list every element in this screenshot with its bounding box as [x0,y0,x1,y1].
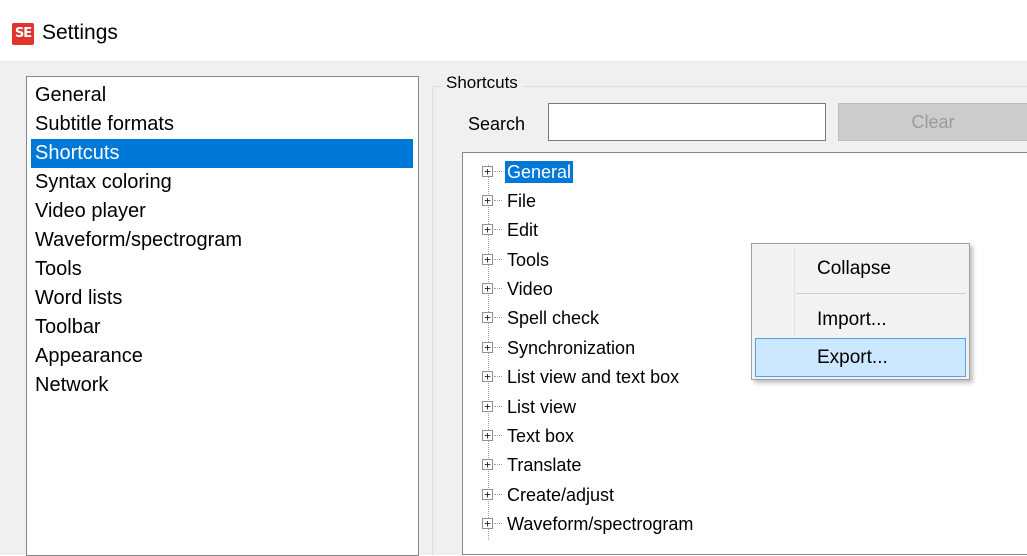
tree-node-label[interactable]: Create/adjust [505,484,616,506]
category-appearance[interactable]: Appearance [31,342,143,371]
search-label: Search [468,114,526,134]
tree-node-label[interactable]: Tools [505,249,551,271]
tree-branch-line [494,406,502,407]
tree-node-label[interactable]: Text box [505,425,576,447]
tree-node-label[interactable]: List view [505,396,578,418]
search-input[interactable] [548,103,826,141]
shortcuts-group-border-left [432,86,433,555]
expand-icon[interactable]: + [482,312,493,323]
tree-node-label[interactable]: General [505,161,574,183]
tree-branch-line [494,200,502,201]
category-tools[interactable]: Tools [31,255,82,284]
tree-branch-line [494,347,502,348]
tree-branch-line [494,376,502,377]
tree-node-label[interactable]: Translate [505,454,583,476]
category-toolbar[interactable]: Toolbar [31,313,101,342]
tree-branch-line [494,435,502,436]
expand-icon[interactable]: + [482,283,493,294]
tree-branch-line [494,317,502,318]
tree-branch-line [494,229,502,230]
expand-icon[interactable]: + [482,254,493,265]
tree-node-file[interactable]: + File [463,187,1023,216]
expand-icon[interactable]: + [482,166,493,177]
expand-icon[interactable]: + [482,195,493,206]
tree-branch-line [494,171,502,172]
category-general[interactable]: General [31,81,106,110]
category-syntax-coloring[interactable]: Syntax coloring [31,168,172,197]
settings-category-list[interactable]: General Subtitle formats Shortcuts Synta… [26,76,419,556]
tree-branch-line [494,464,502,465]
clear-button[interactable]: Clear [838,103,1027,141]
expand-icon[interactable]: + [482,489,493,500]
tree-node-label[interactable]: Synchronization [505,337,637,359]
category-subtitle-formats[interactable]: Subtitle formats [31,110,174,139]
tree-node-create-adjust[interactable]: + Create/adjust [463,481,1023,510]
category-shortcuts[interactable]: Shortcuts [31,139,413,168]
tree-node-general[interactable]: + General [463,158,1023,187]
category-word-lists[interactable]: Word lists [31,284,122,313]
tree-node-label[interactable]: Spell check [505,307,601,329]
tree-node-waveform-spectrogram[interactable]: + Waveform/spectrogram [463,510,1023,539]
category-waveform-spectrogram[interactable]: Waveform/spectrogram [31,226,242,255]
tree-node-text-box[interactable]: + Text box [463,422,1023,451]
title-bar: SE Settings [0,0,1027,62]
expand-icon[interactable]: + [482,518,493,529]
category-network[interactable]: Network [31,371,108,400]
expand-icon[interactable]: + [482,371,493,382]
tree-branch-line [494,494,502,495]
tree-node-translate[interactable]: + Translate [463,451,1023,480]
tree-branch-line [494,288,502,289]
category-video-player[interactable]: Video player [31,197,146,226]
tree-node-label[interactable]: List view and text box [505,366,681,388]
expand-icon[interactable]: + [482,224,493,235]
tree-node-edit[interactable]: + Edit [463,216,1023,245]
expand-icon[interactable]: + [482,342,493,353]
tree-node-list-view[interactable]: + List view [463,393,1023,422]
expand-icon[interactable]: + [482,459,493,470]
window-title: Settings [42,21,118,44]
tree-branch-line [494,259,502,260]
menu-item-import[interactable]: Import... [755,300,966,339]
tree-node-label[interactable]: Waveform/spectrogram [505,513,695,535]
menu-item-export[interactable]: Export... [755,338,966,377]
tree-branch-line [494,523,502,524]
expand-icon[interactable]: + [482,401,493,412]
tree-node-label[interactable]: Edit [505,219,540,241]
app-icon: SE [12,23,34,45]
expand-icon[interactable]: + [482,430,493,441]
tree-node-label[interactable]: Video [505,278,555,300]
menu-item-collapse[interactable]: Collapse [755,249,966,288]
shortcuts-group-title: Shortcuts [442,72,522,94]
tree-context-menu: Collapse Import... Export... [751,243,970,380]
menu-separator [796,293,966,294]
tree-node-label[interactable]: File [505,190,538,212]
